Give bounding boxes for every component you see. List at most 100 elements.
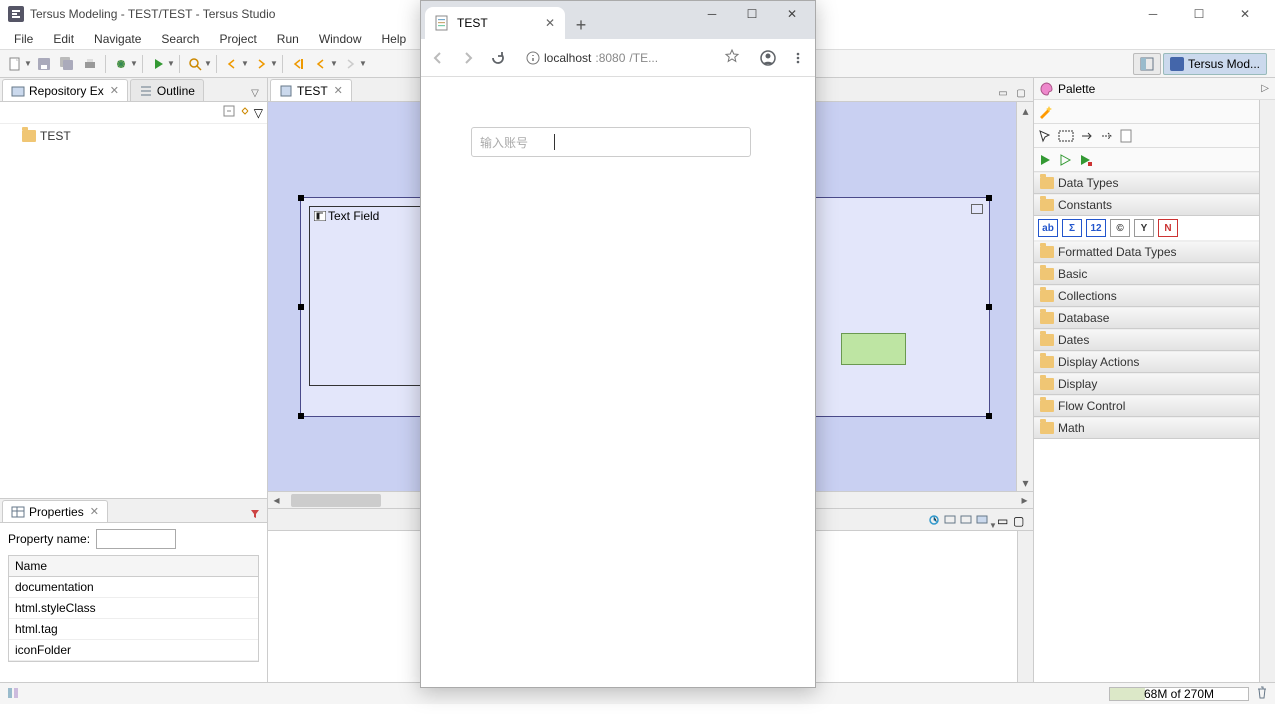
dash-arrow-icon[interactable]: [1100, 129, 1114, 143]
next-annotation-button[interactable]: [250, 53, 272, 75]
note-icon[interactable]: [1120, 129, 1132, 143]
browser-newtab-button[interactable]: +: [567, 11, 595, 39]
chip-sigma[interactable]: Σ: [1062, 219, 1082, 237]
palette-cat-collections[interactable]: Collections: [1034, 285, 1275, 307]
wand-icon[interactable]: [1038, 105, 1054, 119]
minimize-view-button[interactable]: ▭: [995, 85, 1011, 101]
palette-cat-displayactions[interactable]: Display Actions: [1034, 351, 1275, 373]
console-vscrollbar[interactable]: [1017, 531, 1033, 682]
view-menu-icon[interactable]: ▽: [254, 106, 263, 120]
palette-header[interactable]: Palette ▷: [1034, 78, 1275, 100]
palette-vscrollbar[interactable]: [1259, 100, 1275, 682]
prop-row[interactable]: html.styleClass: [9, 598, 258, 619]
browser-close-button[interactable]: ✕: [773, 3, 811, 25]
last-edit-button[interactable]: [287, 53, 309, 75]
menu-window[interactable]: Window: [309, 30, 372, 48]
palette-cat-formatted[interactable]: Formatted Data Types: [1034, 241, 1275, 263]
marquee-icon[interactable]: [1058, 129, 1074, 143]
save-button[interactable]: [33, 53, 55, 75]
menu-navigate[interactable]: Navigate: [84, 30, 151, 48]
open-perspective-button[interactable]: [1133, 53, 1161, 75]
tab-repository[interactable]: Repository Ex ✕: [2, 79, 128, 101]
gc-button[interactable]: [1255, 685, 1269, 702]
forward-button[interactable]: [339, 53, 361, 75]
browser-reload-button[interactable]: [487, 47, 509, 69]
search-button[interactable]: [184, 53, 206, 75]
console-display-button[interactable]: [944, 514, 960, 530]
chip-yes[interactable]: Y: [1134, 219, 1154, 237]
debug-dropdown[interactable]: ▼: [130, 59, 138, 68]
menu-file[interactable]: File: [4, 30, 43, 48]
play-outline-icon[interactable]: [1058, 153, 1072, 167]
browser-profile-button[interactable]: [757, 47, 779, 69]
console-display2-button[interactable]: [960, 514, 976, 530]
search-dropdown[interactable]: ▼: [204, 59, 212, 68]
maximize-console-button[interactable]: ▢: [1013, 514, 1029, 530]
play-stop-icon[interactable]: [1078, 153, 1092, 167]
browser-forward-button[interactable]: [457, 47, 479, 69]
menu-project[interactable]: Project: [209, 30, 266, 48]
prop-row[interactable]: documentation: [9, 577, 258, 598]
repository-tree[interactable]: TEST: [0, 124, 267, 498]
menu-search[interactable]: Search: [151, 30, 209, 48]
browser-maximize-button[interactable]: ☐: [733, 3, 771, 25]
new-dropdown[interactable]: ▼: [24, 59, 32, 68]
palette-cat-flowcontrol[interactable]: Flow Control: [1034, 395, 1275, 417]
prop-row[interactable]: iconFolder: [9, 640, 258, 661]
maximize-view-button[interactable]: ▢: [1013, 85, 1029, 101]
prop-row[interactable]: html.tag: [9, 619, 258, 640]
tab-outline[interactable]: Outline: [130, 79, 204, 101]
prev-annotation-button[interactable]: [221, 53, 243, 75]
menu-run[interactable]: Run: [267, 30, 309, 48]
link-editor-button[interactable]: [238, 104, 252, 121]
browser-window[interactable]: ─ ☐ ✕ TEST ✕ + localhost:8080/TE... 输入账号: [420, 0, 816, 688]
close-icon[interactable]: ✕: [545, 16, 555, 30]
browser-minimize-button[interactable]: ─: [693, 3, 731, 25]
palette-cat-constants[interactable]: Constants: [1034, 194, 1275, 216]
play-icon[interactable]: [1038, 153, 1052, 167]
palette-cat-dates[interactable]: Dates: [1034, 329, 1275, 351]
view-menu-button[interactable]: ▽: [247, 85, 263, 101]
chip-no[interactable]: N: [1158, 219, 1178, 237]
palette-collapse-icon[interactable]: ▷: [1261, 83, 1269, 94]
minimize-console-button[interactable]: ▭: [997, 514, 1013, 530]
new-button[interactable]: [4, 53, 26, 75]
editor-tab-test[interactable]: TEST ✕: [270, 79, 352, 101]
browser-back-button[interactable]: [427, 47, 449, 69]
editor-vscrollbar[interactable]: ▴ ▾: [1016, 102, 1033, 491]
property-filter-input[interactable]: [96, 529, 176, 549]
collapse-all-button[interactable]: [222, 104, 236, 121]
chip-text[interactable]: ab: [1038, 219, 1058, 237]
run-button[interactable]: [147, 53, 169, 75]
run-dropdown[interactable]: ▼: [167, 59, 175, 68]
menu-edit[interactable]: Edit: [43, 30, 84, 48]
minimize-button[interactable]: ─: [1131, 0, 1175, 28]
palette-cat-math[interactable]: Math: [1034, 417, 1275, 439]
maximize-button[interactable]: ☐: [1177, 0, 1221, 28]
browser-menu-button[interactable]: [787, 47, 809, 69]
arrow-icon[interactable]: [1080, 129, 1094, 143]
close-icon[interactable]: ✕: [110, 84, 119, 97]
filter-button[interactable]: [247, 506, 263, 522]
close-button[interactable]: ✕: [1223, 0, 1267, 28]
pin-console-button[interactable]: [928, 514, 944, 530]
minimize-handle-icon[interactable]: [971, 204, 983, 214]
palette-cat-database[interactable]: Database: [1034, 307, 1275, 329]
browser-url-bar[interactable]: localhost:8080/TE...: [517, 44, 749, 72]
tree-item-test[interactable]: TEST: [8, 128, 259, 144]
cursor-icon[interactable]: [1038, 129, 1052, 143]
browser-tab[interactable]: TEST ✕: [425, 7, 565, 39]
palette-cat-basic[interactable]: Basic: [1034, 263, 1275, 285]
back-button[interactable]: [310, 53, 332, 75]
status-icon[interactable]: [6, 686, 26, 702]
debug-button[interactable]: [110, 53, 132, 75]
palette-cat-display[interactable]: Display: [1034, 373, 1275, 395]
username-input[interactable]: 输入账号: [471, 127, 751, 157]
tersus-perspective-button[interactable]: Tersus Mod...: [1163, 53, 1267, 75]
close-icon[interactable]: ✕: [334, 84, 343, 97]
tab-properties[interactable]: Properties ✕: [2, 500, 108, 522]
menu-help[interactable]: Help: [372, 30, 417, 48]
chip-number[interactable]: 12: [1086, 219, 1106, 237]
close-icon[interactable]: ✕: [90, 505, 99, 518]
print-button[interactable]: [79, 53, 101, 75]
